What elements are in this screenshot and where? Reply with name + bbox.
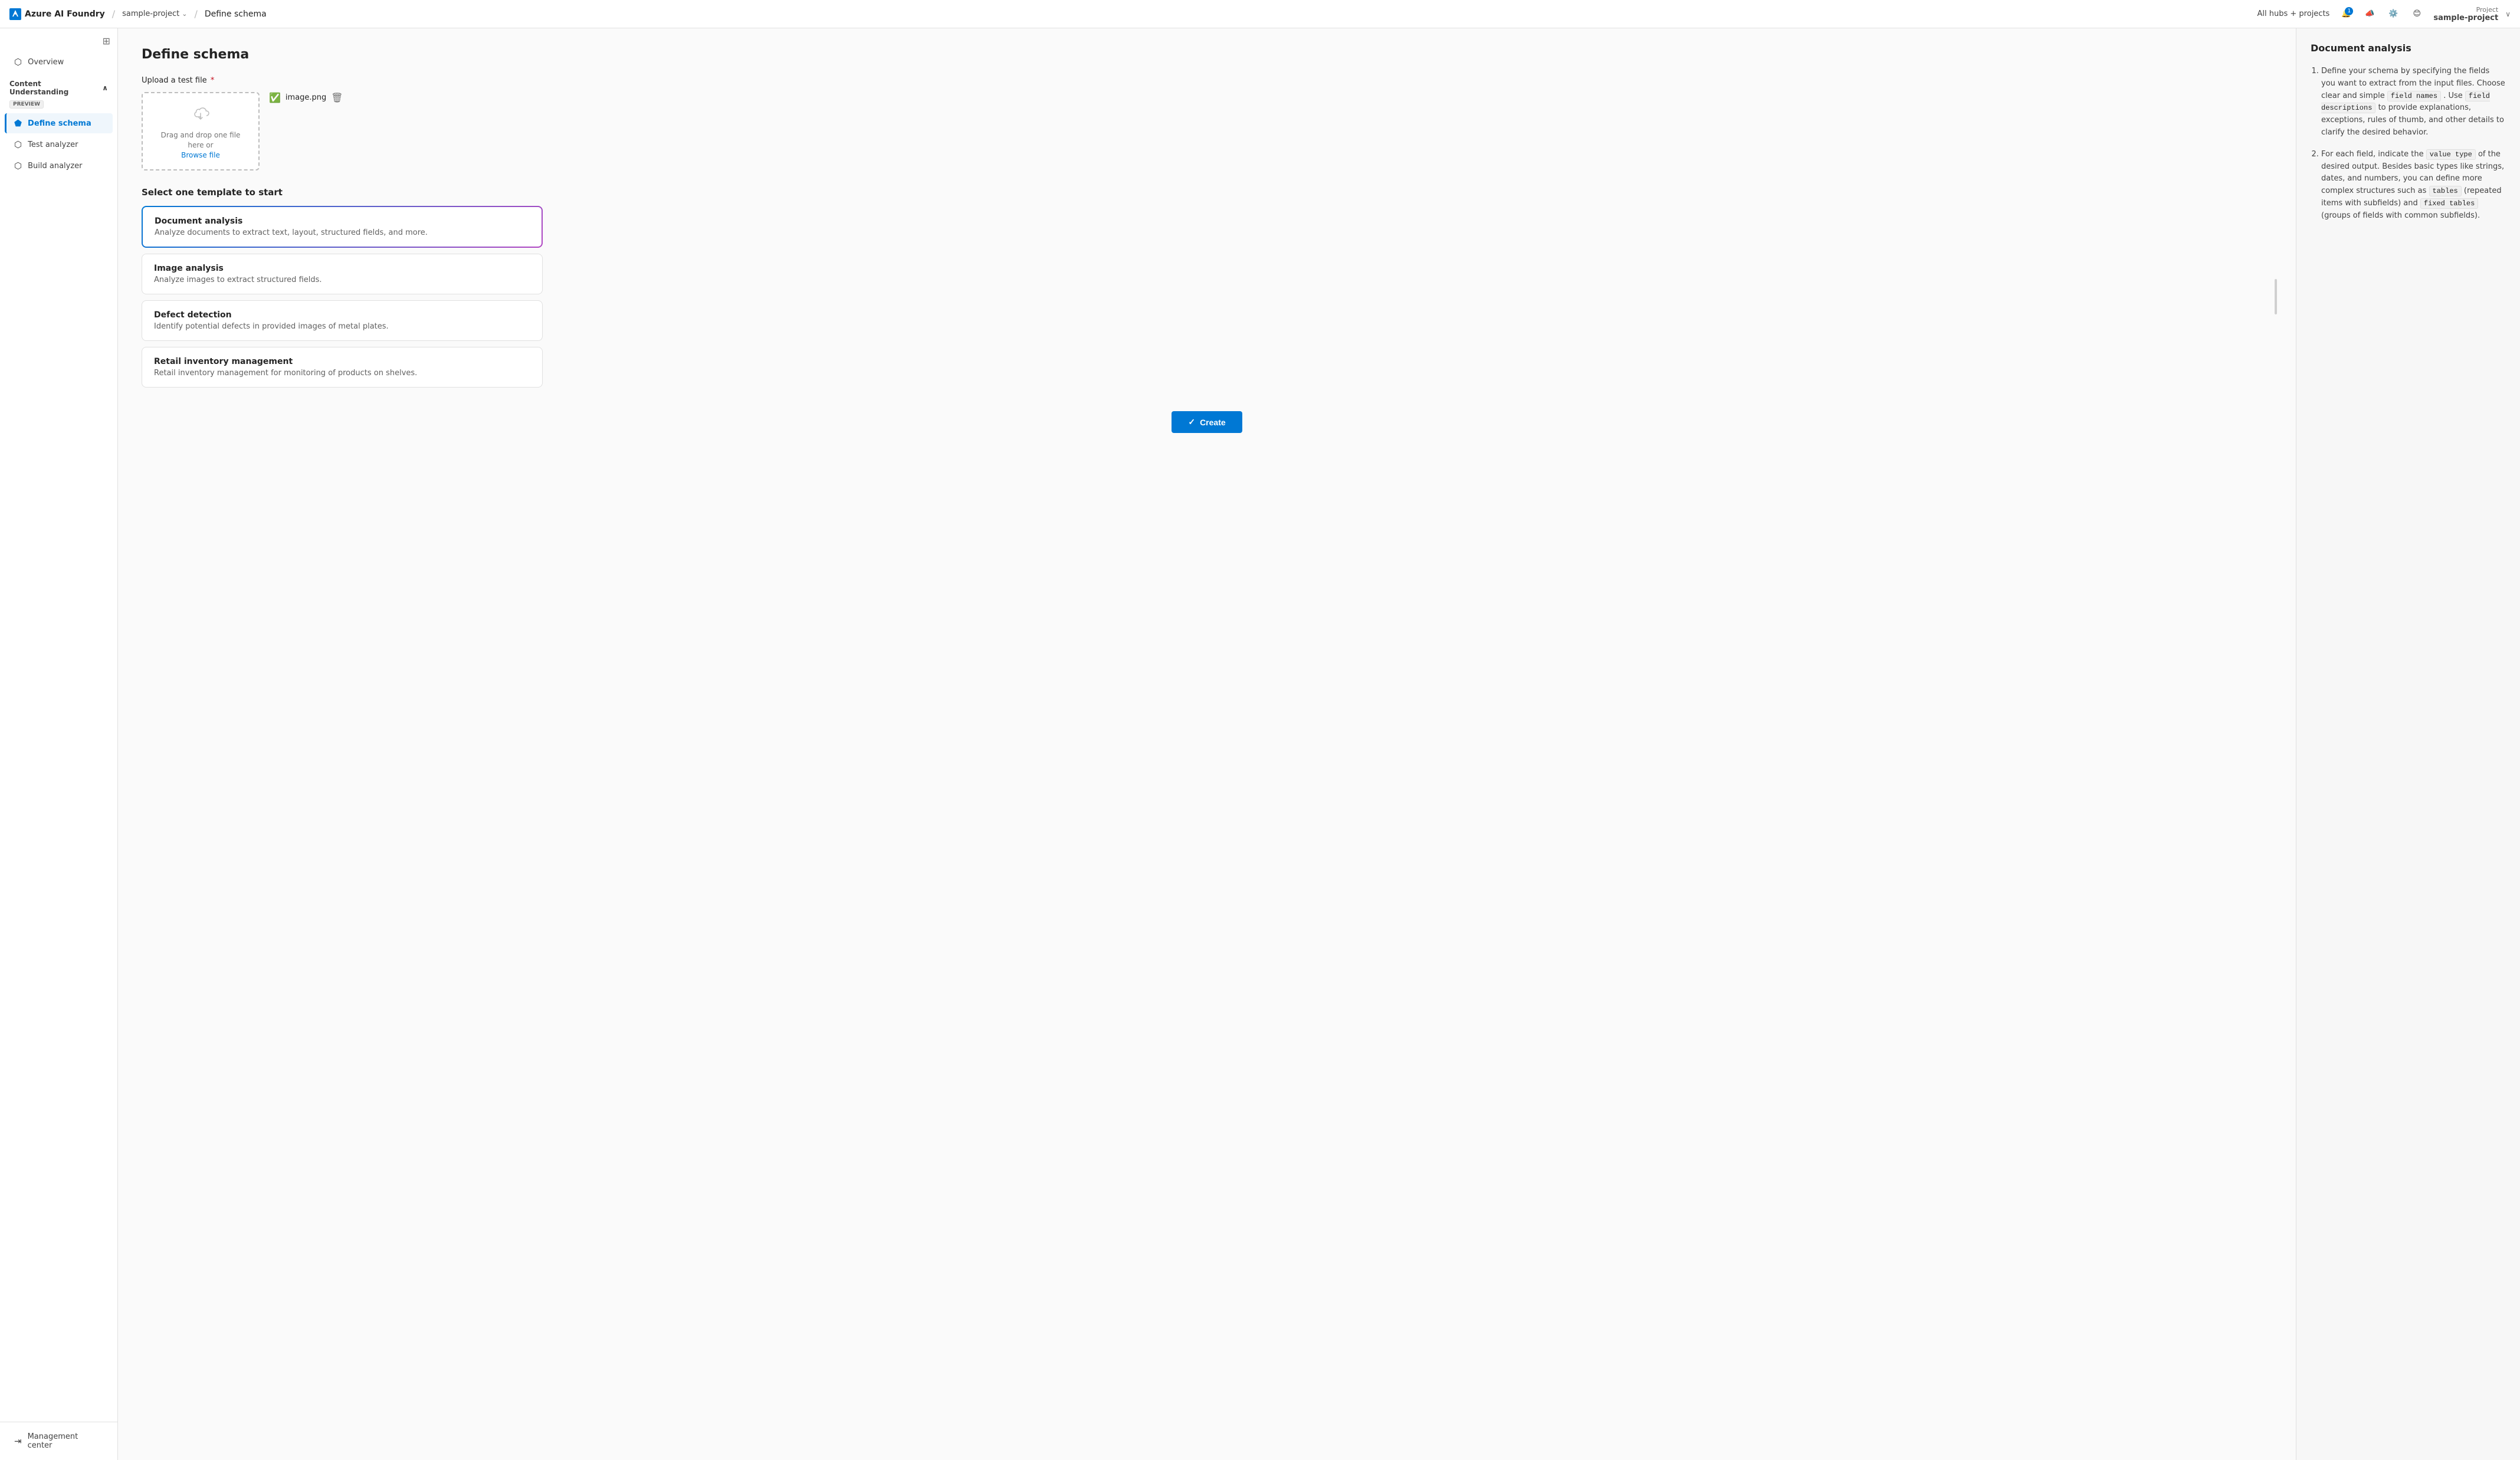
topbar-right: All hubs + projects 🔔 1 📣 ⚙️ 😊 Project s… — [2258, 5, 2511, 24]
panel-item-2: For each field, indicate the value type … — [2321, 149, 2506, 222]
sidebar-section-label: Content Understanding — [9, 80, 102, 96]
define-schema-icon: ⬟ — [14, 118, 22, 129]
project-dropdown-chevron[interactable]: ∨ — [2505, 10, 2511, 18]
separator-1: / — [112, 8, 115, 19]
panel-body: Define your schema by specifying the fie… — [2311, 65, 2506, 222]
overview-icon: ⬡ — [14, 57, 22, 67]
project-chevron-icon: ⌄ — [182, 10, 187, 18]
required-indicator: * — [211, 76, 215, 85]
brand-name: Azure AI Foundry — [25, 9, 105, 19]
separator-2: / — [194, 8, 197, 19]
project-label-text: Project — [2476, 6, 2499, 14]
browse-file-link[interactable]: Browse file — [181, 151, 220, 159]
template-desc-retail-inventory: Retail inventory management for monitori… — [154, 369, 530, 378]
panel-item-2-text-after: (groups of fields with common subfields)… — [2321, 211, 2480, 220]
sidebar-item-define-schema-label: Define schema — [28, 119, 91, 128]
project-name: sample-project — [122, 9, 179, 18]
right-panel: Document analysis Define your schema by … — [2296, 28, 2520, 1460]
template-desc-image-analysis: Analyze images to extract structured fie… — [154, 275, 530, 284]
panel-item-2-code-fixed-tables: fixed tables — [2420, 198, 2478, 209]
uploaded-file: ✅ image.png 🗑 — [269, 92, 343, 103]
sidebar: ⊞ ⬡ Overview Content Understanding ∧ PRE… — [0, 28, 118, 1460]
create-button-area: ✓ Create — [142, 411, 2272, 433]
sidebar-toggle-area: ⊞ — [0, 33, 117, 51]
topbar-icons: 🔔 1 📣 ⚙️ 😊 — [2337, 5, 2426, 24]
template-name-retail-inventory: Retail inventory management — [154, 357, 530, 366]
uploaded-filename: image.png — [286, 93, 326, 102]
page-title: Define schema — [142, 47, 2272, 62]
sidebar-item-management-center[interactable]: ⇥ Management center — [5, 1428, 113, 1455]
management-center-icon: ⇥ — [14, 1436, 22, 1446]
page-breadcrumb: Define schema — [205, 9, 267, 19]
upload-drop-text: Drag and drop one file here or Browse fi… — [152, 130, 249, 160]
notification-button[interactable]: 🔔 1 — [2337, 5, 2355, 24]
panel-item-1-code-field-names: field names — [2387, 91, 2441, 101]
all-hubs-link[interactable]: All hubs + projects — [2258, 9, 2330, 18]
build-analyzer-icon: ⬡ — [14, 160, 22, 171]
test-analyzer-icon: ⬡ — [14, 139, 22, 150]
sidebar-item-test-analyzer-label: Test analyzer — [28, 140, 78, 149]
panel-item-2-code-value-type: value type — [2426, 149, 2476, 160]
main-layout: ⊞ ⬡ Overview Content Understanding ∧ PRE… — [0, 28, 2520, 1460]
sidebar-item-test-analyzer[interactable]: ⬡ Test analyzer — [5, 134, 113, 155]
account-icon: 😊 — [2413, 9, 2421, 18]
upload-dropzone[interactable]: Drag and drop one file here or Browse fi… — [142, 92, 260, 170]
gear-icon: ⚙️ — [2388, 9, 2398, 18]
template-name-image-analysis: Image analysis — [154, 264, 530, 273]
settings-button[interactable]: ⚙️ — [2384, 5, 2403, 24]
sidebar-item-define-schema[interactable]: ⬟ Define schema — [5, 113, 113, 133]
project-selector[interactable]: sample-project ⌄ — [122, 9, 187, 18]
panel-item-2-code-tables: tables — [2429, 186, 2462, 196]
upload-row: Drag and drop one file here or Browse fi… — [142, 92, 2272, 170]
account-button[interactable]: 😊 — [2407, 5, 2426, 24]
sidebar-item-overview-label: Overview — [28, 58, 64, 67]
panel-title: Document analysis — [2311, 42, 2506, 54]
upload-section-label: Upload a test file * — [142, 76, 2272, 85]
sidebar-bottom: ⇥ Management center — [0, 1422, 117, 1455]
azure-logo-icon — [9, 8, 21, 20]
create-check-icon: ✓ — [1188, 417, 1195, 427]
notification-badge: 1 — [2345, 7, 2353, 15]
template-desc-defect-detection: Identify potential defects in provided i… — [154, 322, 530, 331]
megaphone-button[interactable]: 📣 — [2360, 5, 2379, 24]
create-button-label: Create — [1200, 418, 1226, 427]
sidebar-toggle-button[interactable]: ⊞ — [103, 35, 110, 47]
megaphone-icon: 📣 — [2365, 9, 2374, 18]
template-card-retail-inventory[interactable]: Retail inventory management Retail inven… — [142, 347, 543, 388]
file-check-icon: ✅ — [269, 92, 281, 103]
template-desc-document-analysis: Analyze documents to extract text, layou… — [155, 228, 530, 237]
sidebar-item-overview[interactable]: ⬡ Overview — [5, 52, 113, 72]
scroll-indicator — [2275, 279, 2277, 314]
sidebar-item-management-center-label: Management center — [28, 1432, 103, 1450]
template-card-document-analysis[interactable]: Document analysis Analyze documents to e… — [142, 206, 543, 248]
template-name-document-analysis: Document analysis — [155, 216, 530, 226]
template-name-defect-detection: Defect detection — [154, 310, 530, 320]
panel-item-1: Define your schema by specifying the fie… — [2321, 65, 2506, 139]
sidebar-section-content-understanding: Content Understanding ∧ — [0, 73, 117, 99]
brand: Azure AI Foundry — [9, 8, 105, 20]
sidebar-section-chevron[interactable]: ∧ — [102, 84, 108, 92]
panel-item-2-text-before: For each field, indicate the — [2321, 150, 2426, 159]
create-button[interactable]: ✓ Create — [1172, 411, 1242, 433]
topbar-left: Azure AI Foundry / sample-project ⌄ / De… — [9, 8, 267, 20]
panel-item-1-text-middle: . Use — [2443, 91, 2465, 100]
template-card-defect-detection[interactable]: Defect detection Identify potential defe… — [142, 300, 543, 341]
project-label: Project sample-project — [2433, 6, 2498, 22]
preview-badge: PREVIEW — [9, 100, 44, 109]
content-with-panel: Define schema Upload a test file * Drag … — [118, 28, 2520, 1460]
project-label-name: sample-project — [2433, 14, 2498, 22]
file-delete-button[interactable]: 🗑 — [331, 92, 343, 103]
sidebar-item-build-analyzer-label: Build analyzer — [28, 162, 82, 170]
content-scroll: Define schema Upload a test file * Drag … — [118, 28, 2296, 1460]
template-card-image-analysis[interactable]: Image analysis Analyze images to extract… — [142, 254, 543, 294]
templates-section-title: Select one template to start — [142, 187, 2272, 198]
templates-container: Document analysis Analyze documents to e… — [142, 206, 2272, 388]
upload-cloud-icon — [190, 103, 211, 126]
topbar: Azure AI Foundry / sample-project ⌄ / De… — [0, 0, 2520, 28]
sidebar-item-build-analyzer[interactable]: ⬡ Build analyzer — [5, 156, 113, 176]
